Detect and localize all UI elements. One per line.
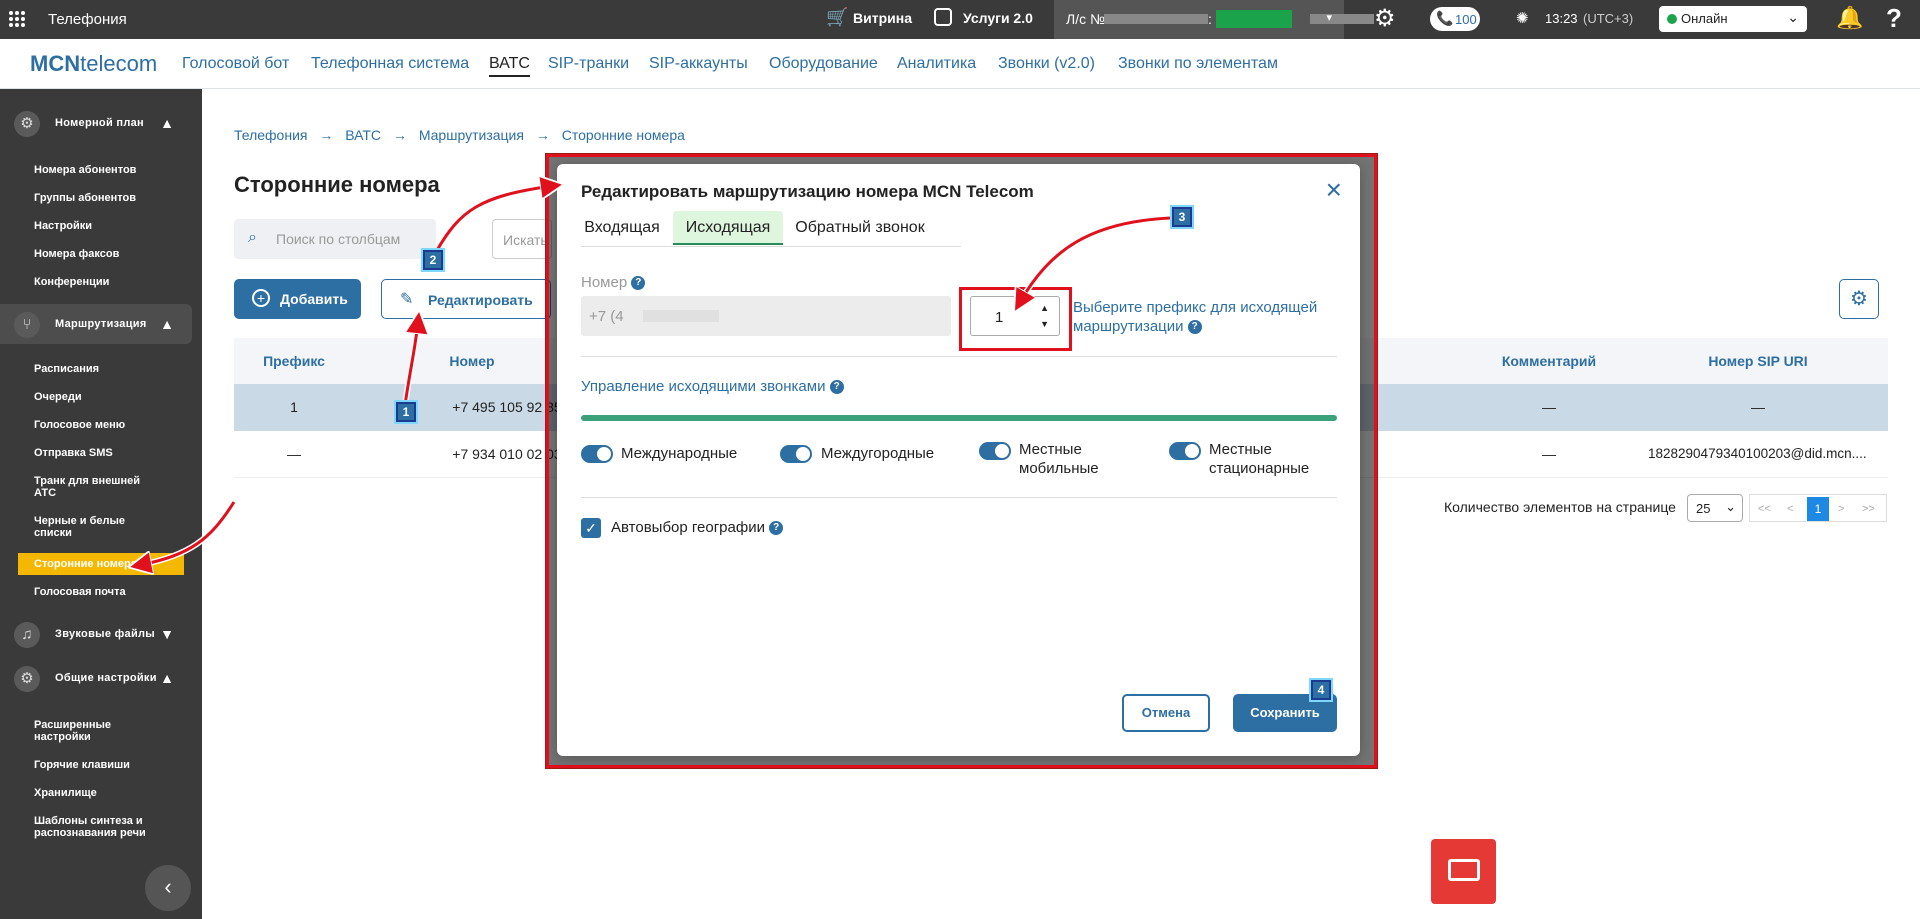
annotation-arrows (0, 0, 1171, 919)
arrow-sidebar (139, 500, 237, 568)
annotation-badge-1: 1 (396, 402, 416, 422)
arrow-2 (433, 183, 553, 254)
annotation-badge-4: 4 (1311, 680, 1331, 700)
arrow-3 (1017, 215, 1171, 304)
arrow-sidebar-stroke (140, 501, 236, 565)
arrow-1-stroke (403, 322, 418, 406)
annotation-badge-2: 2 (423, 250, 443, 270)
annotation-badge-3: 3 (1172, 207, 1192, 227)
